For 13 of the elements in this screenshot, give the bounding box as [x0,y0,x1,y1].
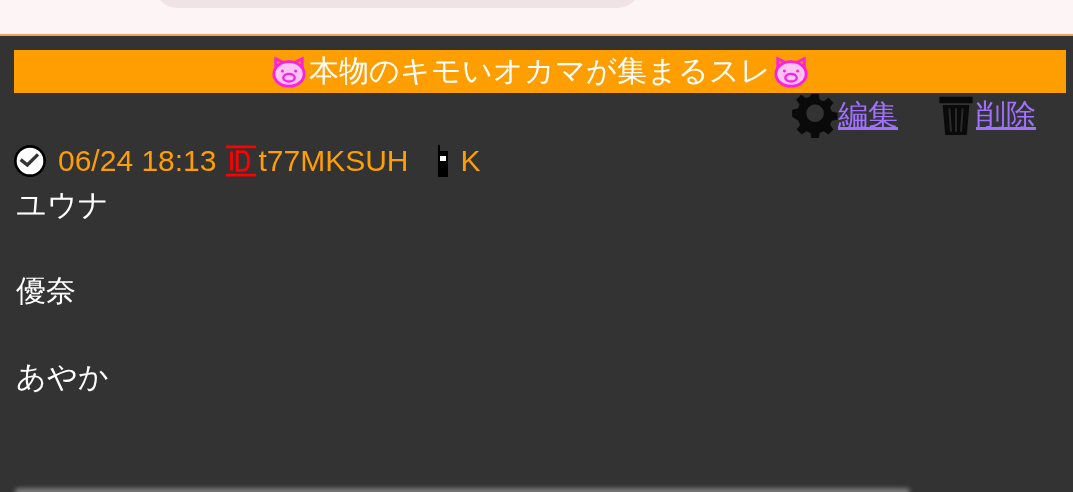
post-line: 優奈 [16,272,77,310]
gear-icon [792,92,838,138]
thread-title: 本物のキモいオカマが集まるスレ [309,52,771,90]
post-date: 06/24 18:13 [58,144,217,178]
clock-icon [14,145,46,177]
user-id: t77MKSUH [258,144,409,178]
id-icon [224,144,259,178]
edit-link[interactable]: 編集 [838,94,898,136]
device-code: K [460,144,481,178]
phone-icon [436,145,449,177]
delete-link[interactable]: 削除 [976,94,1036,136]
post-line: ユウナ [16,186,110,224]
post-line: あやか [16,358,110,396]
